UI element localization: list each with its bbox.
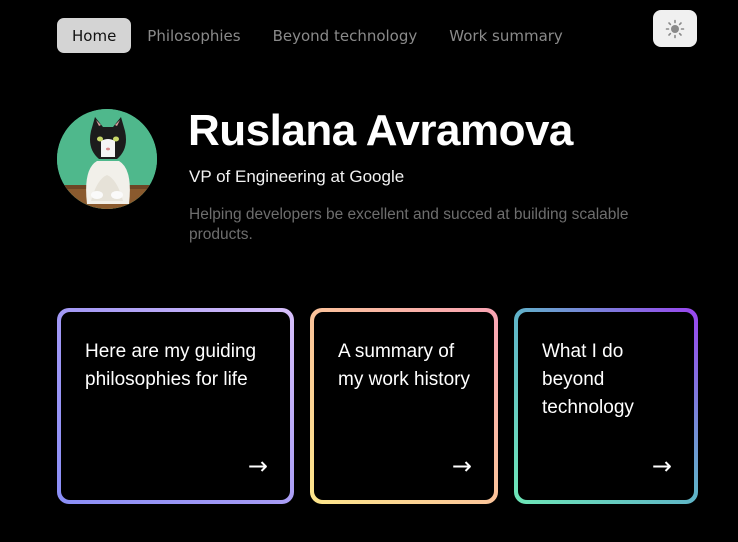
card-work-summary[interactable]: A summary of my work history → [310, 308, 498, 504]
cat-avatar-icon [57, 109, 157, 209]
page: Home Philosophies Beyond technology Work… [0, 0, 738, 542]
avatar [57, 109, 157, 209]
card-beyond-technology[interactable]: What I do beyond technology → [514, 308, 698, 504]
tagline: Helping developers be excellent and succ… [189, 206, 629, 243]
card-title: A summary of my work history [338, 341, 470, 390]
arrow-right-icon: → [247, 452, 268, 480]
card-title: Here are my guiding philosophies for lif… [85, 341, 257, 390]
nav-item-home[interactable]: Home [57, 18, 132, 53]
card-philosophies[interactable]: Here are my guiding philosophies for lif… [57, 308, 294, 504]
page-title: Ruslana Avramova [188, 106, 573, 155]
job-title: VP of Engineering at Google [189, 167, 405, 186]
card-body: A summary of my work history → [314, 312, 494, 500]
sun-icon [665, 19, 685, 38]
top-nav: Home Philosophies Beyond technology Work… [57, 18, 579, 53]
arrow-right-icon: → [651, 452, 672, 480]
nav-item-work-summary[interactable]: Work summary [433, 18, 579, 53]
card-body: What I do beyond technology → [518, 312, 694, 500]
nav-item-beyond-technology[interactable]: Beyond technology [257, 18, 434, 53]
card-title: What I do beyond technology [542, 341, 634, 418]
theme-toggle-button[interactable] [653, 10, 697, 47]
arrow-right-icon: → [451, 452, 472, 480]
card-body: Here are my guiding philosophies for lif… [61, 312, 290, 500]
nav-item-philosophies[interactable]: Philosophies [131, 18, 256, 53]
